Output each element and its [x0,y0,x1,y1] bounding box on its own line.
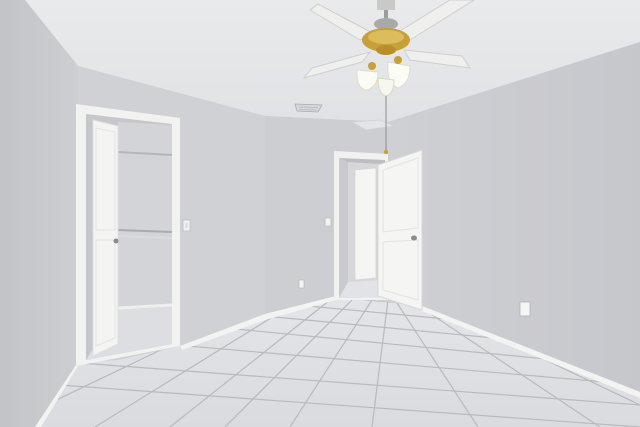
bedroom-photo [0,0,640,427]
door-knob-icon [411,235,417,241]
air-vent-icon [294,103,323,113]
hallway-doorway [334,149,423,311]
left-wall [0,0,78,427]
outlet-icon [324,217,332,227]
outlet-icon [519,301,531,317]
closet-doorway [76,104,180,366]
outlet-icon [298,279,305,289]
door-knob-icon [113,238,119,244]
bedroom-scene [0,0,640,427]
closet-door[interactable] [92,119,119,357]
